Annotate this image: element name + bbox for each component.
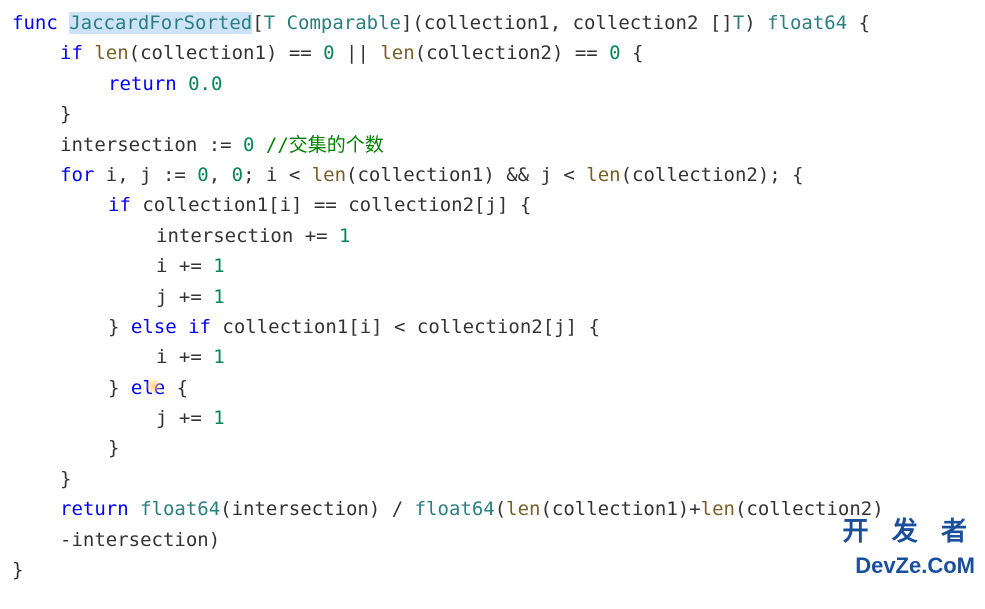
code-line[interactable]: i += 1 [12,251,973,281]
code-line[interactable]: intersection += 1 [12,221,973,251]
param-type: T [733,12,744,34]
keyword-func: func [12,12,58,34]
function-name: JaccardForSorted [69,12,252,34]
code-line[interactable]: } [12,99,973,129]
keyword-return: return [108,73,177,95]
return-type: float64 [767,12,847,34]
cursor-icon [147,379,161,393]
code-line[interactable]: } [12,464,973,494]
keyword-for: for [60,164,94,186]
code-line[interactable]: intersection := 0 //交集的个数 [12,130,973,160]
code-line[interactable]: } [12,433,973,463]
keyword-if: if [177,316,211,338]
comment: //交集的个数 [254,134,383,156]
keyword-if: if [60,42,83,64]
code-line[interactable]: return float64(intersection) / float64(l… [12,494,973,524]
code-line[interactable]: j += 1 [12,403,973,433]
params: collection1, collection2 [] [424,12,733,34]
code-line[interactable]: j += 1 [12,282,973,312]
code-line[interactable]: func JaccardForSorted[T Comparable](coll… [12,8,973,38]
code-line[interactable]: if len(collection1) == 0 || len(collecti… [12,38,973,68]
code-line[interactable]: } else if collection1[i] < collection2[j… [12,312,973,342]
code-line[interactable]: } ele { [12,373,973,403]
keyword-if: if [108,194,131,216]
code-line[interactable]: i += 1 [12,342,973,372]
code-line[interactable]: for i, j := 0, 0; i < len(collection1) &… [12,160,973,190]
len-call: len [94,42,128,64]
type-param: T Comparable [264,12,401,34]
keyword-return: return [60,498,129,520]
keyword-else: else [131,316,177,338]
code-line[interactable]: if collection1[i] == collection2[j] { [12,190,973,220]
len-call: len [380,42,414,64]
code-line[interactable]: return 0.0 [12,69,973,99]
code-editor[interactable]: func JaccardForSorted[T Comparable](coll… [12,8,973,585]
code-line[interactable]: } [12,555,973,585]
code-line[interactable]: -intersection) [12,525,973,555]
